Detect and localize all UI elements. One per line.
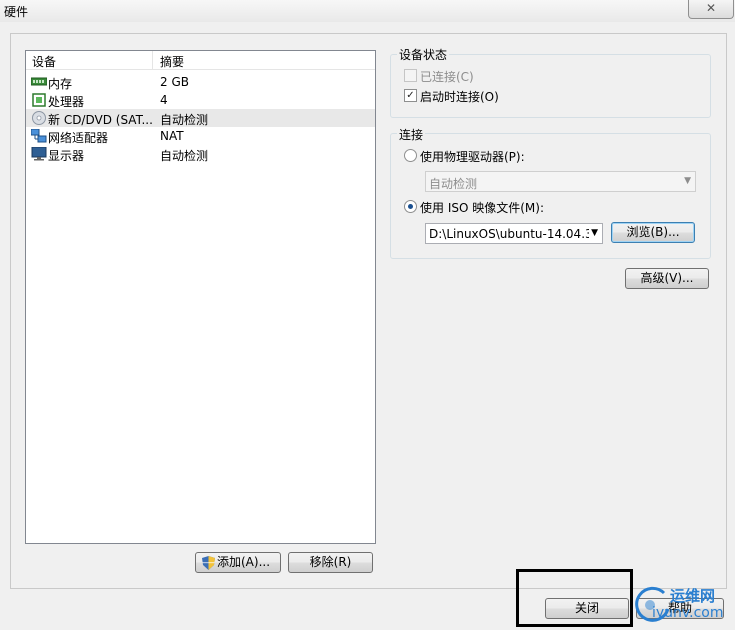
processor-icon [32,93,46,107]
device-summary: 2 GB [160,75,189,89]
device-name: 内存 [48,77,73,91]
device-summary: 自动检测 [160,149,209,163]
display-icon [31,147,47,161]
site-watermark: 运维网 iyunv.com [630,583,735,630]
iso-path-value: D:\LinuxOS\ubuntu-14.04.3 [429,227,593,241]
physical-drive-select[interactable]: 自动检测 ▼ [425,171,696,192]
device-list-header: 设备 摘要 [26,51,375,70]
cd-dvd-icon [32,111,46,125]
column-separator [152,51,153,69]
device-row-display[interactable]: 显示器 自动检测 [26,145,375,163]
shield-icon [202,556,215,570]
window-close-button[interactable]: ✕ [688,0,734,19]
title-bar: 硬件 ✕ [0,0,735,22]
advanced-button[interactable]: 高级(V)... [625,268,709,289]
connected-checkbox[interactable] [404,69,417,82]
memory-icon [31,77,47,86]
device-list[interactable]: 设备 摘要 内存 2 GB 处理器 4 新 CD/DVD (SAT... 自动检… [25,50,376,544]
remove-device-button[interactable]: 移除(R) [288,552,373,573]
watermark-url: iyunv.com [652,605,724,621]
device-name: 网络适配器 [48,131,109,145]
connected-label: 已连接(C) [420,70,474,84]
browse-button[interactable]: 浏览(B)... [611,222,695,243]
iso-image-radio[interactable] [404,200,417,213]
physical-drive-radio[interactable] [404,149,417,162]
device-name: 新 CD/DVD (SAT... [48,113,153,127]
add-button-label: 添加(A)... [217,555,271,569]
iso-path-select[interactable]: D:\LinuxOS\ubuntu-14.04.3 ▼ [425,223,603,244]
connect-at-power-on-label: 启动时连接(O) [420,90,499,104]
device-status-title: 设备状态 [397,46,450,63]
iso-image-label: 使用 ISO 映像文件(M): [420,201,544,215]
network-adapter-icon [31,129,47,143]
device-summary: NAT [160,129,184,143]
highlight-box [516,569,633,627]
chevron-down-icon: ▼ [589,228,598,238]
column-header-summary[interactable]: 摘要 [160,53,184,70]
column-header-device[interactable]: 设备 [32,53,56,70]
watermark-text: 运维网 [670,587,716,605]
device-row-processor[interactable]: 处理器 4 [26,91,375,109]
connection-title: 连接 [397,126,426,143]
device-summary: 4 [160,93,168,107]
device-status-group [390,54,711,118]
device-summary: 自动检测 [160,113,209,127]
physical-drive-label: 使用物理驱动器(P): [420,150,525,164]
device-row-memory[interactable]: 内存 2 GB [26,73,375,91]
physical-drive-value: 自动检测 [429,177,478,191]
window-title: 硬件 [4,5,29,19]
connect-at-power-on-checkbox[interactable]: ✓ [404,89,417,102]
device-row-cd-dvd[interactable]: 新 CD/DVD (SAT... 自动检测 [26,109,375,127]
device-row-network-adapter[interactable]: 网络适配器 NAT [26,127,375,145]
chevron-down-icon: ▼ [684,176,691,186]
device-name: 处理器 [48,95,85,109]
add-device-button[interactable]: 添加(A)... [195,552,281,573]
device-name: 显示器 [48,149,85,163]
